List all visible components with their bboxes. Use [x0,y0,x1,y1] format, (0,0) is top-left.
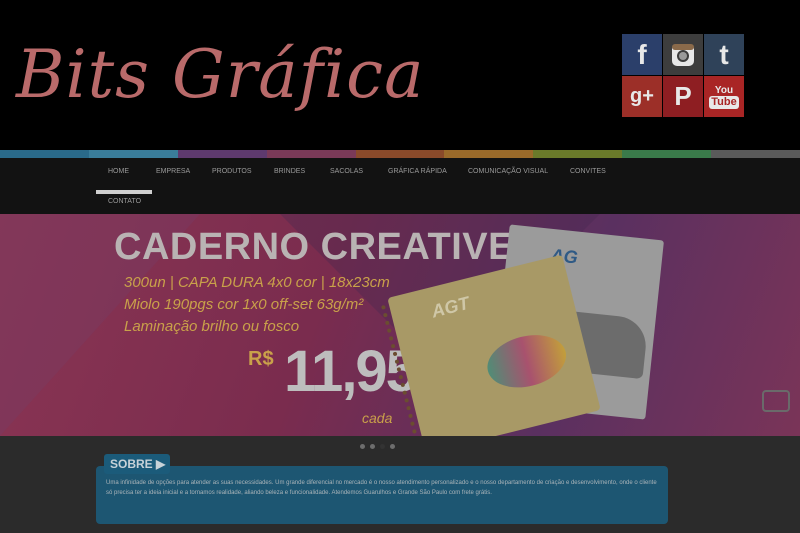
carousel-dots [360,444,395,449]
about-text: Uma infinidade de opções para atender as… [106,480,657,496]
about-box: Uma infinidade de opções para atender as… [96,466,668,524]
nav-item-contato[interactable]: CONTATO [108,198,141,205]
nav-item-comunicacao-visual[interactable]: COMUNICAÇÃO VISUAL [468,168,548,175]
website-screenshot: HOME EMPRESA PRODUTOS BRINDES SACOLAS GR… [0,150,800,533]
google-plus-icon[interactable]: g+ [622,76,662,117]
youtube-glyph: You Tube [709,84,739,109]
tumblr-glyph: t [719,38,729,70]
tumblr-icon[interactable]: t [704,34,744,75]
facebook-glyph: f [637,38,647,70]
social-icons: f t g+ P You Tube [622,34,744,117]
instagram-glyph [672,43,694,66]
carousel-dot[interactable] [370,444,375,449]
swirl-graphic [481,327,572,396]
nav-item-produtos[interactable]: PRODUTOS [212,168,252,175]
nav-item-sacolas[interactable]: SACOLAS [330,168,363,175]
nav-item-empresa[interactable]: EMPRESA [156,168,190,175]
nav-active-indicator [96,190,152,194]
facebook-icon[interactable]: f [622,34,662,75]
banner-spec-line: Miolo 190pgs cor 1x0 off-set 63g/m² [124,296,364,313]
banner-spec-line: 300un | CAPA DURA 4x0 cor | 18x23cm [124,274,390,291]
main-nav: HOME EMPRESA PRODUTOS BRINDES SACOLAS GR… [0,158,800,214]
banner-stamp-icon [762,390,790,412]
hero-banner[interactable]: CADERNO CREATIVE 300un | CAPA DURA 4x0 c… [0,214,800,436]
nav-item-convites[interactable]: CONVITES [570,168,606,175]
banner-price-unit: cada [362,410,393,426]
pinterest-glyph: P [674,81,692,111]
carousel-dot[interactable] [380,444,385,449]
about-tab[interactable]: SOBRE ▶ [104,454,170,474]
instagram-icon[interactable] [663,34,703,75]
nav-item-grafica-rapida[interactable]: GRÁFICA RÁPIDA [388,168,447,175]
nav-item-brindes[interactable]: BRINDES [274,168,305,175]
banner-title: CADERNO CREATIVE [114,226,514,268]
notebook-logo: AGT [429,292,472,322]
youtube-tube: Tube [709,95,739,109]
google-plus-glyph: g+ [630,85,654,107]
pinterest-icon[interactable]: P [663,76,703,117]
brand-title: Bits Gráfica [16,36,425,113]
carousel-dot[interactable] [390,444,395,449]
color-stripe [0,150,800,158]
youtube-you: You [714,84,734,96]
carousel-dot[interactable] [360,444,365,449]
nav-item-home[interactable]: HOME [108,168,129,175]
banner-spec-line: Laminação brilho ou fosco [124,318,300,335]
youtube-icon[interactable]: You Tube [704,76,744,117]
banner-currency: R$ [248,348,274,370]
